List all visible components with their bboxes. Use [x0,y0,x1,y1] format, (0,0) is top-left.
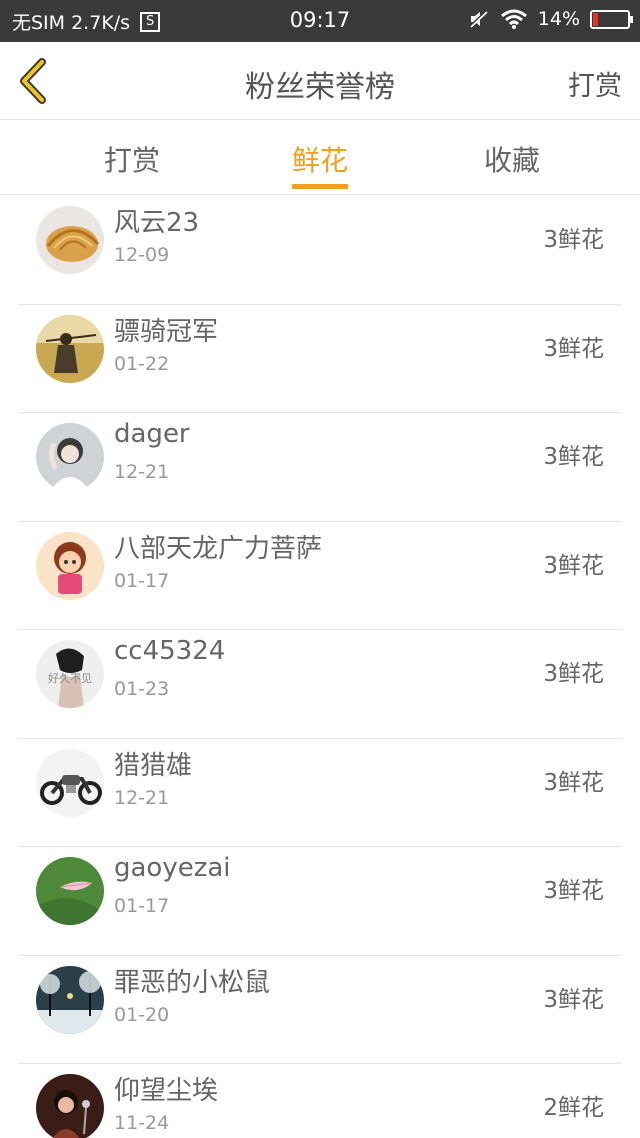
tab-favorites[interactable]: 收藏 [442,139,582,179]
avatar [36,314,104,383]
app-header: 粉丝荣誉榜 打赏 [0,42,640,120]
flower-count: 3鲜花 [543,769,604,796]
fan-name: 猎猎雄 [114,750,193,781]
avatar [36,531,104,600]
list-item[interactable]: dager 12-21 3鲜花 [18,413,622,522]
fan-date: 11-24 [114,1112,170,1134]
flower-count: 3鲜花 [543,878,604,904]
fan-name: 八部天龙广力菩萨 [114,533,323,564]
fan-name: 风云23 [114,208,200,238]
fan-date: 12-21 [114,786,170,809]
list-item[interactable]: 猎猎雄 12-21 3鲜花 [18,739,622,847]
flower-count: 3鲜花 [543,661,604,687]
fan-name: 罪恶的小松鼠 [114,967,271,998]
fan-date: 01-22 [114,352,170,375]
avatar [36,1074,104,1138]
avatar: 好久不见 [36,640,104,708]
fan-name: gaoyezai [114,853,231,883]
status-bar: 无SIM 2.7K/s S 09:17 14% [0,0,640,42]
list-item[interactable]: 仰望尘埃 11-24 2鲜花 [18,1064,622,1138]
reward-button[interactable]: 打赏 [568,64,622,103]
list-item[interactable]: 风云23 12-09 3鲜花 [18,196,622,305]
fan-name: 仰望尘埃 [114,1076,219,1106]
avatar [36,206,104,274]
fan-name: 骠骑冠军 [114,316,219,347]
tab-reward[interactable]: 打赏 [62,139,202,179]
avatar [36,965,104,1034]
list-item[interactable]: 骠骑冠军 01-22 3鲜花 [18,305,622,413]
fan-date: 01-17 [114,895,170,917]
flower-count: 3鲜花 [543,986,604,1013]
battery-fill [593,12,598,26]
flower-count: 3鲜花 [543,444,604,470]
fan-list: 风云23 12-09 3鲜花 骠骑冠军 01-22 3鲜花 dager 12-2… [18,196,622,1138]
list-item[interactable]: 好久不见 cc45324 01-23 3鲜花 [18,630,622,739]
page-title: 粉丝荣誉榜 [245,70,395,105]
fan-name: dager [114,419,190,449]
avatar [36,857,104,925]
list-item[interactable]: 八部天龙广力菩萨 01-17 3鲜花 [18,522,622,630]
fan-name: cc45324 [114,636,226,666]
avatar-caption: 好久不见 [48,671,92,685]
fan-date: 01-20 [114,1003,170,1026]
status-right: 14% [468,8,633,30]
flower-count: 3鲜花 [543,227,604,253]
list-item[interactable]: gaoyezai 01-17 3鲜花 [18,847,622,956]
avatar [36,423,104,491]
active-tab-indicator [292,184,348,189]
battery-text: 14% [537,8,580,30]
fan-date: 01-17 [114,569,170,592]
battery-icon [590,9,633,29]
avatar [36,748,104,817]
flower-count: 3鲜花 [543,552,604,579]
fan-date: 12-09 [114,244,170,266]
flower-count: 3鲜花 [543,335,604,362]
tab-flowers[interactable]: 鲜花 [250,139,390,179]
wifi-icon [500,9,527,29]
fan-date: 01-23 [114,678,170,700]
mute-icon [468,9,488,29]
fan-date: 12-21 [114,461,170,483]
flower-count: 2鲜花 [543,1095,604,1121]
list-item[interactable]: 罪恶的小松鼠 01-20 3鲜花 [18,956,622,1064]
